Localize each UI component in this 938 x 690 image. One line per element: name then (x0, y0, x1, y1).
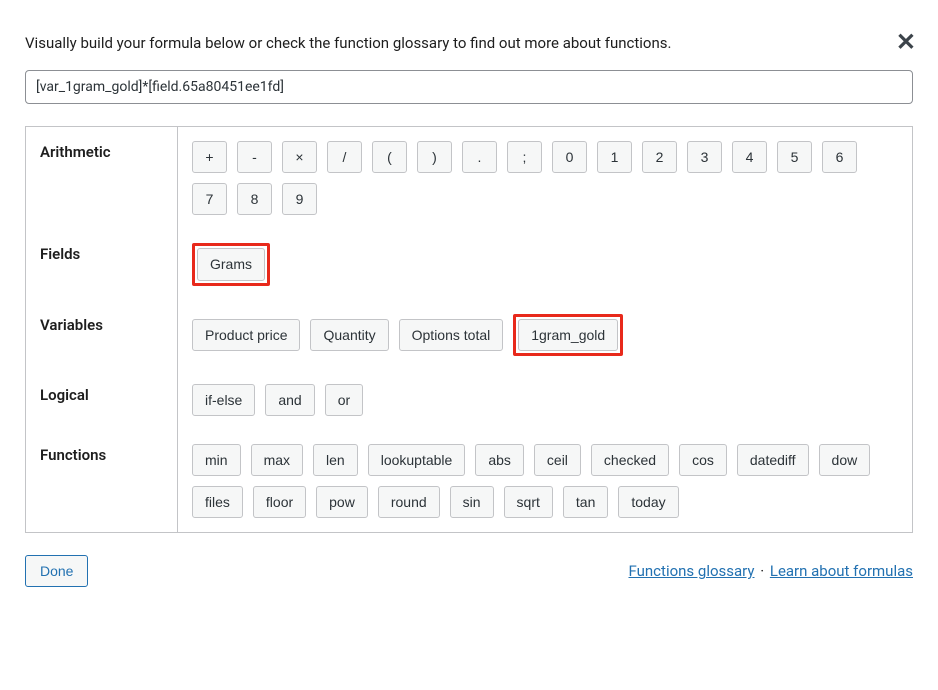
var-product-price[interactable]: Product price (192, 319, 300, 351)
link-functions-glossary[interactable]: Functions glossary (629, 562, 755, 580)
var-options-total[interactable]: Options total (399, 319, 504, 351)
row-fields: Fields Grams (26, 229, 913, 299)
digit-0[interactable]: 0 (552, 141, 587, 173)
formula-builder: Arithmetic + - × / ( ) . ; 0 1 2 3 4 5 6… (25, 126, 913, 533)
digit-1[interactable]: 1 (597, 141, 632, 173)
close-icon[interactable]: ✕ (896, 30, 916, 54)
intro-text: Visually build your formula below or che… (25, 34, 913, 52)
op-multiply[interactable]: × (282, 141, 317, 173)
var-1gram-gold[interactable]: 1gram_gold (518, 319, 618, 351)
fn-today[interactable]: today (618, 486, 678, 518)
fn-tan[interactable]: tan (563, 486, 608, 518)
highlight-1gram-gold: 1gram_gold (513, 314, 623, 356)
separator: · (756, 562, 767, 580)
field-grams[interactable]: Grams (197, 248, 265, 280)
digit-5[interactable]: 5 (777, 141, 812, 173)
var-quantity[interactable]: Quantity (310, 319, 388, 351)
fn-files[interactable]: files (192, 486, 243, 518)
fn-max[interactable]: max (251, 444, 303, 476)
link-learn-formulas[interactable]: Learn about formulas (770, 562, 913, 580)
fn-datediff[interactable]: datediff (737, 444, 809, 476)
tokens-variables: Product price Quantity Options total 1gr… (192, 314, 898, 356)
digit-8[interactable]: 8 (237, 183, 272, 215)
tokens-logical: if-else and or (192, 384, 898, 416)
label-logical: Logical (26, 370, 178, 430)
op-divide[interactable]: / (327, 141, 362, 173)
row-variables: Variables Product price Quantity Options… (26, 300, 913, 370)
row-functions: Functions min max len lookuptable abs ce… (26, 430, 913, 533)
fn-floor[interactable]: floor (253, 486, 306, 518)
digit-7[interactable]: 7 (192, 183, 227, 215)
footer: Done Functions glossary · Learn about fo… (25, 555, 913, 587)
fn-len[interactable]: len (313, 444, 358, 476)
fn-round[interactable]: round (378, 486, 440, 518)
footer-links: Functions glossary · Learn about formula… (629, 562, 914, 580)
logical-and[interactable]: and (265, 384, 314, 416)
fn-abs[interactable]: abs (475, 444, 524, 476)
fn-lookuptable[interactable]: lookuptable (368, 444, 466, 476)
label-fields: Fields (26, 229, 178, 299)
fn-pow[interactable]: pow (316, 486, 368, 518)
label-variables: Variables (26, 300, 178, 370)
fn-sin[interactable]: sin (450, 486, 494, 518)
done-button[interactable]: Done (25, 555, 88, 587)
logical-or[interactable]: or (325, 384, 363, 416)
tokens-arithmetic: + - × / ( ) . ; 0 1 2 3 4 5 6 7 8 9 (192, 141, 898, 215)
highlight-grams: Grams (192, 243, 270, 285)
label-functions: Functions (26, 430, 178, 533)
op-plus[interactable]: + (192, 141, 227, 173)
tokens-functions: min max len lookuptable abs ceil checked… (192, 444, 898, 518)
op-semicolon[interactable]: ; (507, 141, 542, 173)
op-lparen[interactable]: ( (372, 141, 407, 173)
digit-3[interactable]: 3 (687, 141, 722, 173)
digit-2[interactable]: 2 (642, 141, 677, 173)
fn-sqrt[interactable]: sqrt (504, 486, 553, 518)
digit-6[interactable]: 6 (822, 141, 857, 173)
digit-4[interactable]: 4 (732, 141, 767, 173)
fn-ceil[interactable]: ceil (534, 444, 581, 476)
tokens-fields: Grams (192, 243, 898, 285)
fn-checked[interactable]: checked (591, 444, 669, 476)
label-arithmetic: Arithmetic (26, 127, 178, 230)
fn-cos[interactable]: cos (679, 444, 727, 476)
op-rparen[interactable]: ) (417, 141, 452, 173)
op-minus[interactable]: - (237, 141, 272, 173)
formula-input[interactable] (25, 70, 913, 104)
digit-9[interactable]: 9 (282, 183, 317, 215)
fn-dow[interactable]: dow (819, 444, 871, 476)
logical-if-else[interactable]: if-else (192, 384, 255, 416)
op-dot[interactable]: . (462, 141, 497, 173)
row-arithmetic: Arithmetic + - × / ( ) . ; 0 1 2 3 4 5 6… (26, 127, 913, 230)
fn-min[interactable]: min (192, 444, 241, 476)
row-logical: Logical if-else and or (26, 370, 913, 430)
